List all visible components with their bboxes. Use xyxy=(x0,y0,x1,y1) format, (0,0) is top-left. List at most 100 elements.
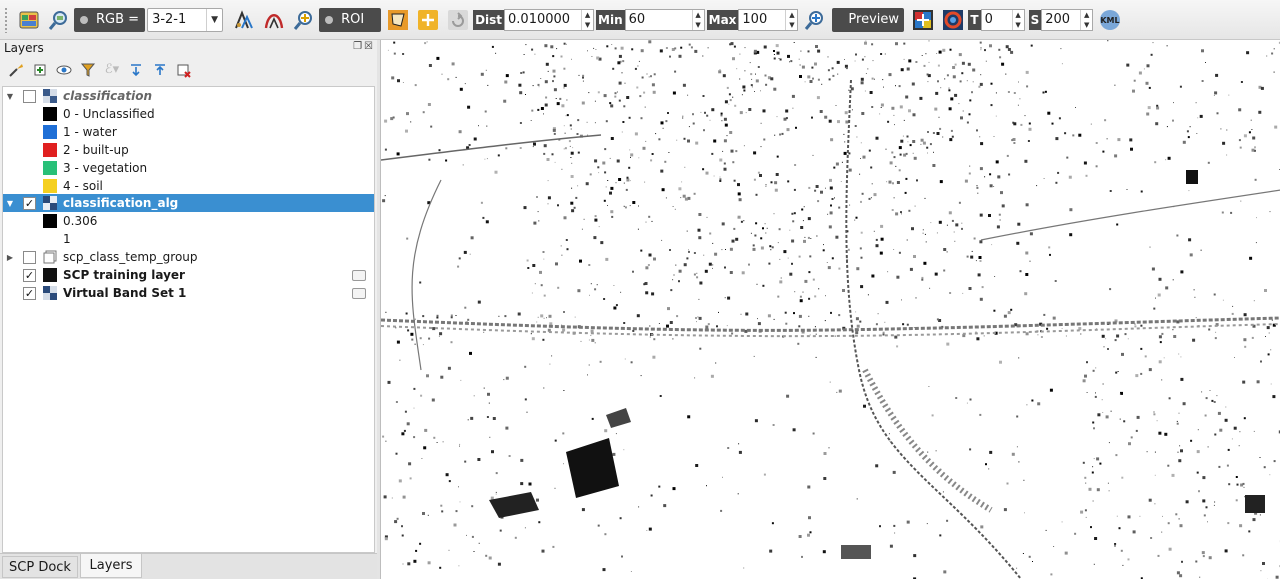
layer-checkbox-checked[interactable]: ✓ xyxy=(23,268,36,282)
filter-legend-icon[interactable] xyxy=(78,60,98,80)
roi-label: ROI xyxy=(319,7,382,32)
max-spinbox[interactable]: 100 ▲ ▼ xyxy=(738,8,799,31)
zoom-to-image-icon[interactable] xyxy=(47,8,71,32)
s-value: 200 xyxy=(1045,12,1071,27)
remove-layer-icon[interactable] xyxy=(174,60,194,80)
zoom-to-roi-icon[interactable] xyxy=(292,8,316,32)
dist-spinbox[interactable]: 0.010000 ▲ ▼ xyxy=(504,8,595,31)
legend-swatch xyxy=(43,232,57,246)
s-stepper[interactable]: ▲ ▼ xyxy=(1080,9,1092,30)
layer-row-training[interactable]: ✓ SCP training layer xyxy=(3,266,374,284)
collapse-arrow-icon[interactable]: ▼ xyxy=(5,92,15,101)
editing-icon[interactable] xyxy=(352,287,366,299)
polygon-layer-icon xyxy=(43,268,57,282)
layers-toolbar: ℰ▾ xyxy=(0,56,377,83)
legend-item: 1 xyxy=(3,230,374,248)
layer-row-band-set[interactable]: ✓ Virtual Band Set 1 xyxy=(3,284,374,302)
max-value: 100 xyxy=(742,12,768,27)
t-spinbox[interactable]: 0 ▲ ▼ xyxy=(980,8,1025,31)
dist-value: 0.010000 xyxy=(508,12,571,27)
scp-dock-icon[interactable] xyxy=(17,8,41,32)
raster-layer-icon xyxy=(43,286,57,300)
rgb-label: RGB = xyxy=(74,7,146,32)
scp-toolbar: RGB = 3-2-1 ▼ ROI Dist 0.010000 ▲ ▼ Min 6… xyxy=(0,0,1280,40)
zoom-to-preview-icon[interactable] xyxy=(803,8,827,32)
max-stepper[interactable]: ▲ ▼ xyxy=(785,9,797,30)
map-canvas[interactable] xyxy=(380,40,1280,579)
legend-swatch xyxy=(43,107,57,121)
legend-swatch xyxy=(43,161,57,175)
layer-name: scp_class_temp_group xyxy=(63,250,198,264)
legend-swatch xyxy=(43,125,57,139)
tab-scp-dock[interactable]: SCP Dock xyxy=(2,556,78,578)
legend-label: 1 - water xyxy=(63,125,117,139)
dist-stepper[interactable]: ▲ ▼ xyxy=(581,9,593,30)
preview-label: Preview xyxy=(832,7,905,32)
redo-roi-icon[interactable] xyxy=(446,8,470,32)
local-std-stretch-icon[interactable] xyxy=(262,8,286,32)
create-roi-icon[interactable] xyxy=(386,8,410,32)
legend-item: 4 - soil xyxy=(3,177,374,195)
group-icon xyxy=(43,250,57,264)
legend-item: 0 - Unclassified xyxy=(3,105,374,123)
filter-expression-icon[interactable]: ℰ▾ xyxy=(102,60,122,80)
panel-title: Layers xyxy=(4,41,44,55)
algorithm-preview-icon[interactable] xyxy=(941,8,965,32)
layer-name: Virtual Band Set 1 xyxy=(63,286,187,300)
rgb-combo-value: 3-2-1 xyxy=(152,12,187,27)
t-label: T xyxy=(968,9,981,30)
layer-checkbox[interactable] xyxy=(23,250,36,264)
t-stepper[interactable]: ▲ ▼ xyxy=(1011,9,1024,30)
min-spinbox[interactable]: 60 ▲ ▼ xyxy=(624,8,705,31)
legend-item: 1 - water xyxy=(3,123,374,141)
layer-name: classification_alg xyxy=(63,196,179,210)
layer-checkbox-checked[interactable]: ✓ xyxy=(23,196,36,210)
layer-name: SCP training layer xyxy=(63,268,185,282)
close-panel-icon[interactable]: ☒ xyxy=(364,41,373,52)
add-group-icon[interactable] xyxy=(30,60,50,80)
legend-label: 3 - vegetation xyxy=(63,161,148,175)
layer-row-classification-alg[interactable]: ▼ ✓ classification_alg xyxy=(3,194,374,212)
classification-raster xyxy=(381,40,1280,579)
raster-layer-icon xyxy=(43,89,57,103)
s-spinbox[interactable]: 200 ▲ ▼ xyxy=(1041,8,1094,31)
rgb-combo[interactable]: 3-2-1 ▼ xyxy=(147,7,224,32)
expand-all-icon[interactable] xyxy=(126,60,146,80)
t-value: 0 xyxy=(984,12,993,27)
style-manager-icon[interactable] xyxy=(6,60,26,80)
layer-row-classification[interactable]: ▼ classification xyxy=(3,87,374,105)
collapse-all-icon[interactable] xyxy=(150,60,170,80)
raster-layer-icon xyxy=(43,196,57,210)
tab-layers[interactable]: Layers xyxy=(80,554,142,578)
layer-checkbox-checked[interactable]: ✓ xyxy=(23,286,36,300)
dist-label: Dist xyxy=(473,9,505,30)
collapse-arrow-icon[interactable]: ▼ xyxy=(5,199,15,208)
manage-map-themes-icon[interactable] xyxy=(54,60,74,80)
legend-label: 4 - soil xyxy=(63,179,103,193)
legend-swatch xyxy=(43,179,57,193)
legend-item: 3 - vegetation xyxy=(3,159,374,177)
layer-name: classification xyxy=(63,89,153,103)
classification-preview-icon[interactable] xyxy=(911,8,935,32)
layer-tree: ▼ classification 0 - Unclassified 1 - wa… xyxy=(2,86,375,553)
local-cumulative-stretch-icon[interactable] xyxy=(232,8,256,32)
legend-item: 0.306 xyxy=(3,212,374,230)
legend-swatch xyxy=(43,143,57,157)
editing-icon[interactable] xyxy=(352,269,366,281)
toolbar-grip[interactable] xyxy=(4,6,8,33)
min-value: 60 xyxy=(628,12,646,27)
layer-row-temp-group[interactable]: ▶ scp_class_temp_group xyxy=(3,248,374,266)
chevron-down-icon[interactable]: ▼ xyxy=(206,8,222,31)
min-label: Min xyxy=(596,9,625,30)
layer-checkbox[interactable] xyxy=(23,89,36,103)
s-label: S xyxy=(1028,9,1042,30)
float-panel-icon[interactable]: ❐ xyxy=(353,41,362,52)
kml-export-icon[interactable]: KML xyxy=(1098,8,1122,32)
add-roi-icon[interactable] xyxy=(416,8,440,32)
legend-label: 2 - built-up xyxy=(63,143,129,157)
expand-arrow-icon[interactable]: ▶ xyxy=(5,253,15,262)
layers-panel: Layers ❐ ☒ ℰ▾ ▼ classification 0 - Uncla… xyxy=(0,40,377,553)
min-stepper[interactable]: ▲ ▼ xyxy=(691,9,704,30)
max-label: Max xyxy=(706,9,739,30)
legend-label: 0 - Unclassified xyxy=(63,107,155,121)
